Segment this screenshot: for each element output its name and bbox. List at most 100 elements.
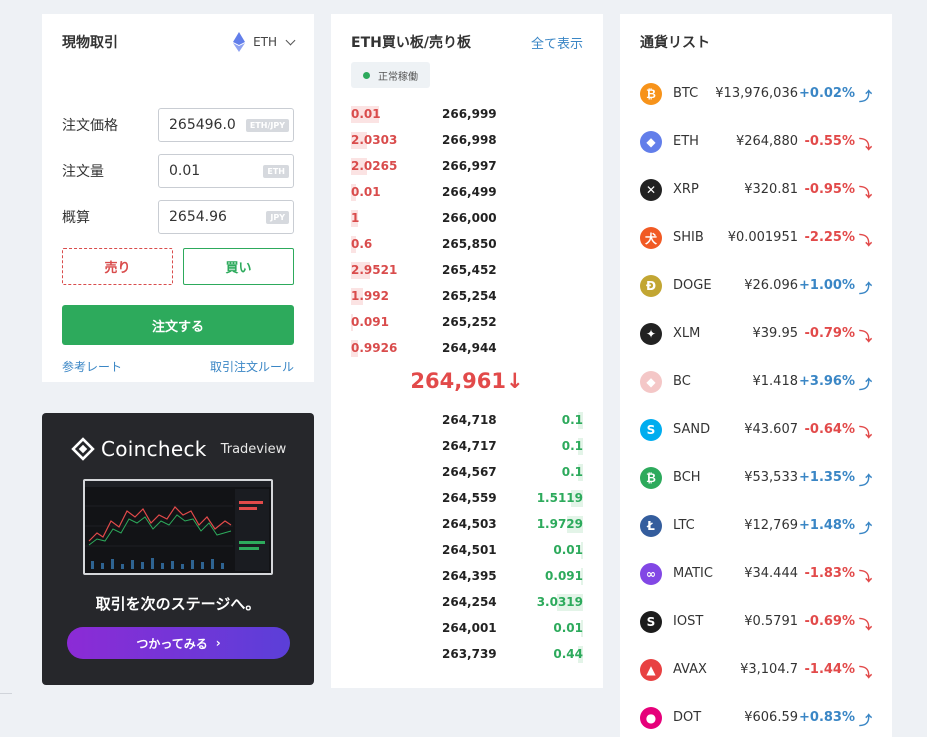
coin-row-dot[interactable]: ● DOT ¥606.59 +0.83% ⤴ [640, 694, 872, 737]
brand-name: Coincheck [101, 437, 207, 461]
coin-row-eth[interactable]: ◆ ETH ¥264,880 -0.55% ⤵ [640, 118, 872, 166]
trend-down-icon: ⤵ [858, 666, 872, 681]
form-input-value: 2654.96 [169, 209, 227, 225]
ask-qty: 2.0303 [351, 133, 398, 147]
bid-qty: 1.9729 [536, 517, 583, 531]
coin-symbol: BC [673, 374, 691, 389]
reference-rate-link[interactable]: 参考レート [62, 358, 122, 375]
ask-row[interactable]: 0.01 266,999 [351, 102, 583, 128]
ask-row[interactable]: 2.9521 265,452 [351, 258, 583, 284]
form-input[interactable]: 2654.96 JPY [158, 200, 294, 234]
coin-change: -0.69% [804, 614, 856, 629]
bid-row[interactable]: 263,739 0.44 [351, 642, 583, 668]
show-all-link[interactable]: 全て表示 [531, 33, 583, 52]
ask-row[interactable]: 1.992 265,254 [351, 284, 583, 310]
try-tradeview-label: つかってみる [136, 636, 208, 651]
coin-price: ¥320.81 [744, 182, 798, 197]
bid-row[interactable]: 264,501 0.01 [351, 538, 583, 564]
ask-row[interactable]: 2.0265 266,997 [351, 154, 583, 180]
trade-links: 参考レート 取引注文ルール [62, 358, 294, 375]
bid-price: 264,395 [442, 569, 497, 583]
order-book-title: ETH買い板/売り板 [351, 35, 471, 51]
coin-symbol: AVAX [673, 662, 707, 677]
xlm-icon: ✦ [640, 323, 662, 345]
sand-icon: S [640, 419, 662, 441]
coincheck-logo: Coincheck Tradeview [71, 437, 286, 461]
banner-caption: 取引を次のステージへ。 [95, 595, 261, 613]
coin-price: ¥39.95 [752, 326, 799, 341]
bid-price: 263,739 [442, 647, 497, 661]
coin-row-xlm[interactable]: ✦ XLM ¥39.95 -0.79% ⤵ [640, 310, 872, 358]
form-label: 注文価格 [62, 118, 118, 134]
coin-row-shib[interactable]: 犬 SHIB ¥0.001951 -2.25% ⤵ [640, 214, 872, 262]
ask-row[interactable]: 2.0303 266,998 [351, 128, 583, 154]
coin-change: -0.55% [804, 134, 856, 149]
bid-row[interactable]: 264,567 0.1 [351, 460, 583, 486]
coin-row-btc[interactable]: ₿ BTC ¥13,976,036 +0.02% ⤴ [640, 70, 872, 118]
try-tradeview-button[interactable]: つかってみる › [67, 627, 290, 659]
coin-change: +0.83% [799, 710, 855, 725]
bch-icon: ₿ [640, 467, 662, 489]
bid-row[interactable]: 264,717 0.1 [351, 434, 583, 460]
buy-button[interactable]: 買い [183, 248, 294, 285]
trend-up-icon: ⤴ [858, 522, 872, 537]
coin-row-avax[interactable]: ▲ AVAX ¥3,104.7 -1.44% ⤵ [640, 646, 872, 694]
ask-row[interactable]: 0.9926 264,944 [351, 336, 583, 362]
ask-price: 264,944 [442, 341, 497, 355]
sell-button[interactable]: 売り [62, 248, 173, 285]
ltc-icon: Ł [640, 515, 662, 537]
iost-icon: S [640, 611, 662, 633]
coin-row-bc[interactable]: ◆ BC ¥1.418 +3.96% ⤴ [640, 358, 872, 406]
bid-row[interactable]: 264,503 1.9729 [351, 512, 583, 538]
bid-row[interactable]: 264,559 1.5119 [351, 486, 583, 512]
bid-row[interactable]: 264,718 0.1 [351, 408, 583, 434]
trend-down-icon: ⤵ [858, 426, 872, 441]
coin-change: +3.96% [799, 374, 855, 389]
bid-qty: 3.0319 [536, 595, 583, 609]
ask-row[interactable]: 0.01 266,499 [351, 180, 583, 206]
coin-row-doge[interactable]: Ð DOGE ¥26.096 +1.00% ⤴ [640, 262, 872, 310]
form-label: 注文量 [62, 164, 104, 180]
bid-row[interactable]: 264,395 0.091 [351, 564, 583, 590]
avax-icon: ▲ [640, 659, 662, 681]
coin-row-xrp[interactable]: ✕ XRP ¥320.81 -0.95% ⤵ [640, 166, 872, 214]
coin-symbol: XRP [673, 182, 699, 197]
coin-price: ¥606.59 [744, 710, 798, 725]
coin-change: -0.95% [804, 182, 856, 197]
coin-price: ¥43.607 [744, 422, 798, 437]
trend-up-icon: ⤴ [858, 714, 872, 729]
coin-row-sand[interactable]: S SAND ¥43.607 -0.64% ⤵ [640, 406, 872, 454]
ask-row[interactable]: 1 266,000 [351, 206, 583, 232]
coin-price: ¥12,769 [744, 518, 798, 533]
tradeview-banner[interactable]: Coincheck Tradeview 取引を次のステージへ。 つかってみる › [42, 413, 314, 685]
coin-change: -1.44% [804, 662, 856, 677]
trading-rules-link[interactable]: 取引注文ルール [210, 358, 294, 375]
bid-row[interactable]: 264,001 0.01 [351, 616, 583, 642]
bid-qty: 0.01 [553, 543, 583, 557]
shib-icon: 犬 [640, 227, 662, 249]
coin-row-matic[interactable]: ∞ MATIC ¥34.444 -1.83% ⤵ [640, 550, 872, 598]
ask-row[interactable]: 0.091 265,252 [351, 310, 583, 336]
coin-row-iost[interactable]: S IOST ¥0.5791 -0.69% ⤵ [640, 598, 872, 646]
bid-price: 264,717 [442, 439, 497, 453]
place-order-button[interactable]: 注文する [62, 305, 294, 345]
coin-symbol: ETH [673, 134, 699, 149]
coin-row-ltc[interactable]: Ł LTC ¥12,769 +1.48% ⤴ [640, 502, 872, 550]
doge-icon: Ð [640, 275, 662, 297]
coin-price: ¥3,104.7 [740, 662, 798, 677]
form-input[interactable]: 0.01 ETH [158, 154, 294, 188]
form-row: 注文量 0.01 ETH [62, 148, 294, 194]
form-input[interactable]: 265496.0 ETH/JPY [158, 108, 294, 142]
bid-row[interactable]: 264,254 3.0319 [351, 590, 583, 616]
chevron-down-icon [285, 35, 296, 45]
coin-price: ¥53,533 [744, 470, 798, 485]
matic-icon: ∞ [640, 563, 662, 585]
ask-qty: 2.0265 [351, 159, 398, 173]
coin-select[interactable]: ETH [233, 32, 296, 52]
coin-symbol: XLM [673, 326, 701, 341]
divider [0, 693, 12, 694]
ask-row[interactable]: 0.6 265,850 [351, 232, 583, 258]
coin-row-bch[interactable]: ₿ BCH ¥53,533 +1.35% ⤴ [640, 454, 872, 502]
ask-qty: 2.9521 [351, 263, 398, 277]
trend-up-icon: ⤴ [858, 282, 872, 297]
